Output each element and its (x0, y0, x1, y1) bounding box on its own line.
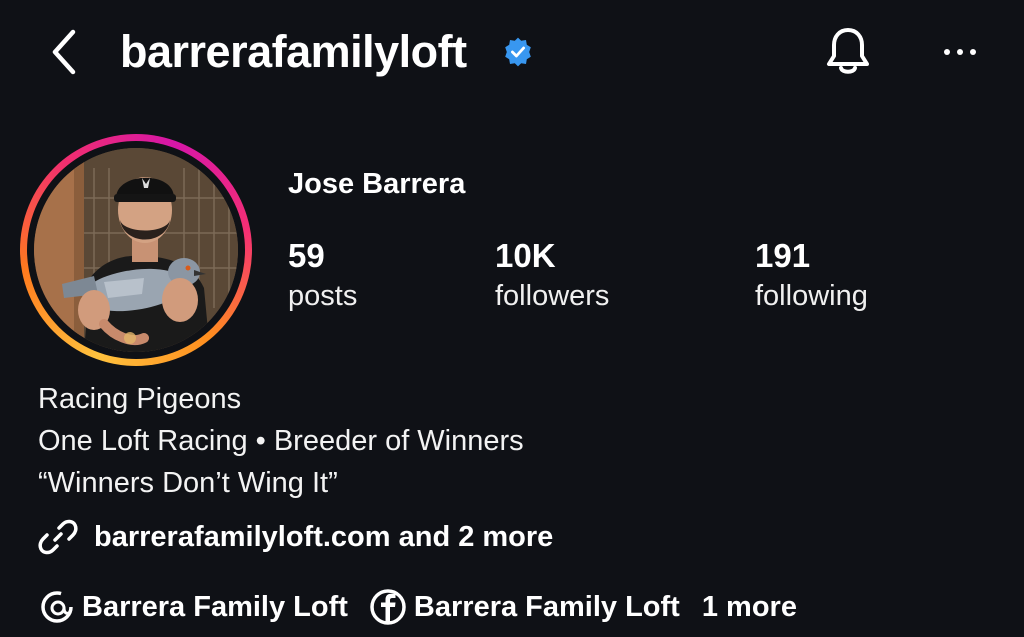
profile-bio: Racing Pigeons One Loft Racing • Breeder… (38, 378, 524, 504)
notifications-button[interactable] (820, 24, 876, 80)
following-label: following (755, 280, 868, 312)
threads-link[interactable]: Barrera Family Loft (36, 587, 348, 627)
social-more-label: 1 more (701, 590, 797, 623)
external-links[interactable]: barrerafamilyloft.com and 2 more (38, 514, 553, 560)
facebook-label: Barrera Family Loft (413, 590, 680, 623)
social-links: Barrera Family Loft Barrera Family Loft … (36, 584, 797, 630)
profile-screen: barrerafamilyloft Jose Barrera 59 posts … (0, 0, 1024, 637)
bio-line: One Loft Racing • Breeder of Winners (38, 425, 524, 457)
bio-line: “Winners Don’t Wing It” (38, 467, 338, 499)
bio-line: Racing Pigeons (38, 383, 242, 415)
back-chevron-icon (52, 29, 76, 75)
threads-icon (41, 591, 73, 623)
threads-label: Barrera Family Loft (82, 590, 348, 623)
verified-badge-icon (505, 37, 531, 67)
display-name: Jose Barrera (288, 168, 466, 200)
stat-followers[interactable]: 10K followers (495, 236, 609, 316)
avatar-photo (34, 148, 238, 352)
facebook-link[interactable]: Barrera Family Loft (368, 587, 680, 627)
profile-avatar[interactable] (20, 134, 252, 366)
followers-label: followers (495, 280, 610, 312)
facebook-icon (370, 589, 406, 625)
link-icon (38, 519, 78, 555)
back-button[interactable] (44, 26, 84, 78)
profile-username: barrerafamilyloft (120, 26, 467, 77)
posts-count: 59 (288, 237, 325, 274)
posts-label: posts (288, 280, 358, 312)
more-options-button[interactable] (934, 30, 986, 74)
stat-posts[interactable]: 59 posts (288, 236, 357, 316)
following-count: 191 (755, 237, 811, 274)
links-text: barrerafamilyloft.com and 2 more (94, 520, 554, 553)
bell-icon (827, 28, 869, 74)
stat-following[interactable]: 191 following (755, 236, 868, 316)
more-dots-icon (944, 49, 950, 55)
followers-count: 10K (495, 237, 556, 274)
social-more-link[interactable]: 1 more (702, 591, 797, 624)
